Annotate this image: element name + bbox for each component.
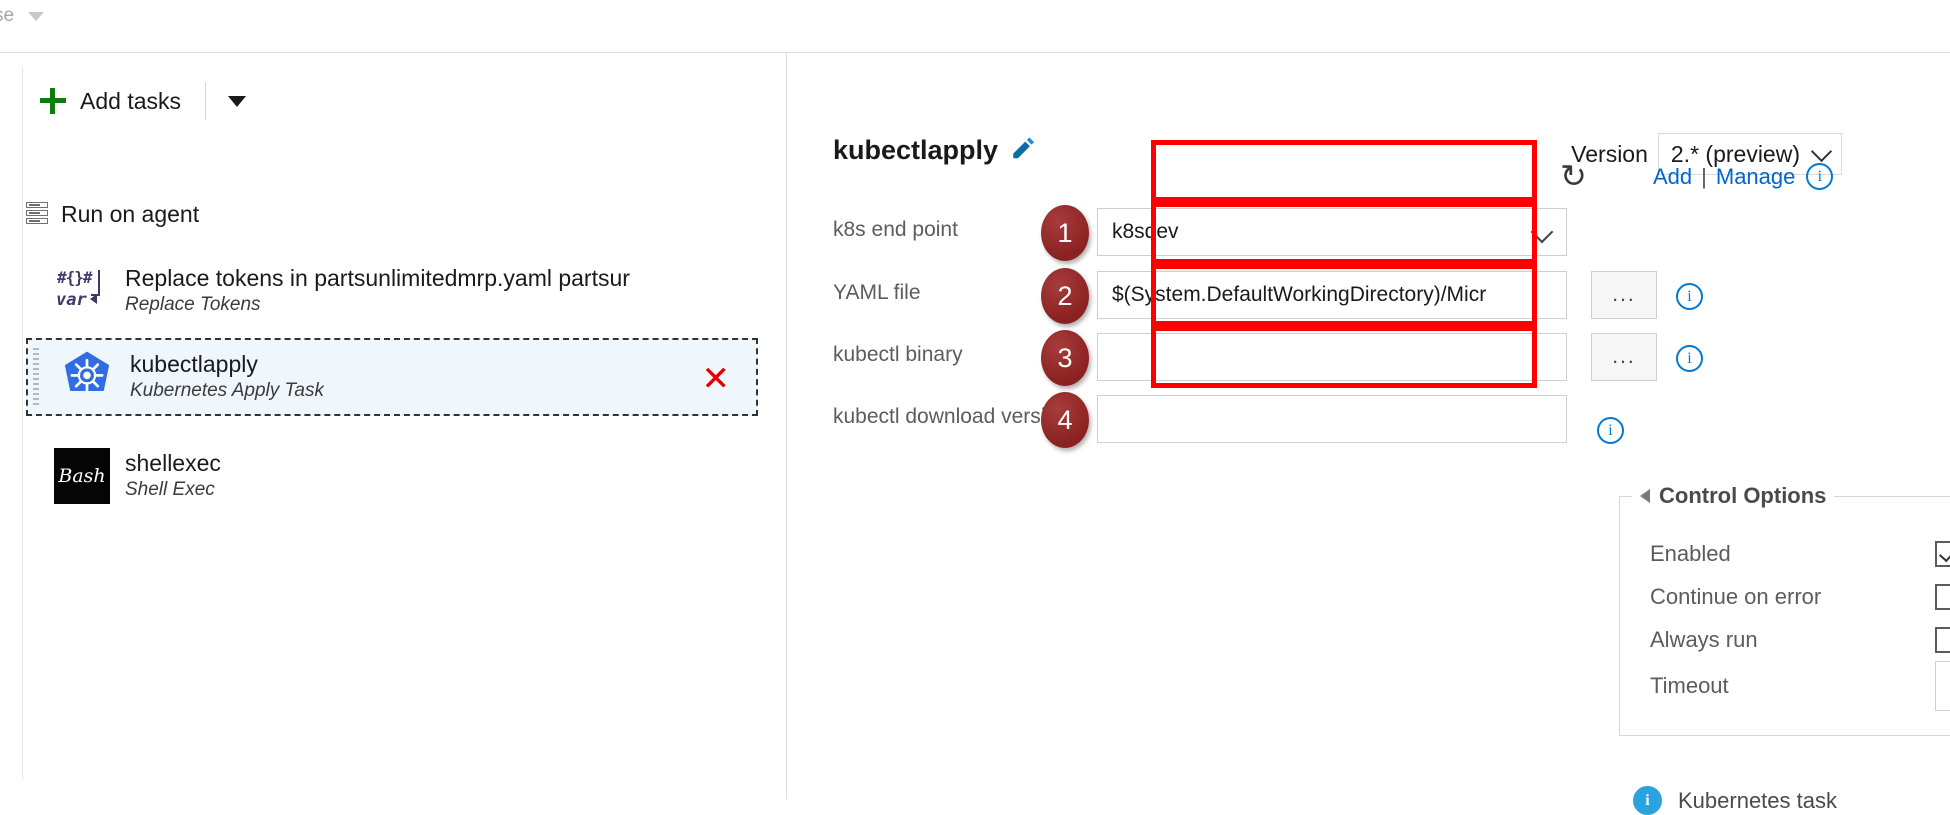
pencil-icon[interactable] [1010,135,1036,161]
timeout-input[interactable]: 0 [1935,661,1950,711]
yaml-file-input[interactable]: $(System.DefaultWorkingDirectory)/Micr [1097,271,1567,319]
callout-badge-1: 1 [1041,205,1089,261]
control-option-enabled: Enabled [1650,533,1950,575]
drag-handle-icon[interactable] [33,348,39,408]
option-label: Enabled [1650,541,1731,566]
field-label: YAML file [833,281,921,304]
task-title: kubectlapply [130,351,258,377]
yaml-file-value: $(System.DefaultWorkingDirectory)/Micr [1112,283,1487,306]
info-filled-icon: i [1633,786,1662,815]
control-option-timeout: Timeout 0 i [1650,656,1950,716]
task-subtitle: Shell Exec [125,479,215,500]
add-tasks-toolbar: Add tasks [40,78,246,124]
toolbar-divider [205,82,206,120]
option-label: Timeout [1650,673,1729,698]
task-title: shellexec [125,450,221,476]
task-name-header: kubectlapply [833,135,1036,166]
kubernetes-icon [64,351,110,392]
link-separator: | [1701,163,1707,189]
k8s-endpoint-value: k8sdev [1112,220,1179,243]
breadcrumb-partial-crumb[interactable]: se [0,5,14,27]
always-run-checkbox[interactable] [1935,627,1950,653]
chevron-down-icon [1530,220,1554,244]
plus-icon[interactable] [40,88,66,114]
option-label: Always run [1650,627,1758,652]
enabled-checkbox[interactable] [1935,541,1950,567]
chevron-down-icon[interactable] [228,95,246,107]
task-icon: #{}# var [49,266,115,316]
control-options-section: Enabled Continue on error Always run Tim… [1619,496,1950,736]
task-title: Replace tokens in partsunlimitedmrp.yaml… [125,265,630,291]
field-row-kubectl-download-version: kubectl download version i 4 [833,392,1913,448]
yaml-file-browse-button[interactable]: ... [1591,271,1657,319]
control-options-title: Control Options [1659,483,1827,508]
breadcrumb-bar: se [0,0,1950,53]
phase-label: Run on agent [61,201,200,227]
info-icon[interactable]: i [1676,345,1703,372]
task-subtitle: Replace Tokens [125,294,261,315]
bash-icon: Bash [54,448,110,504]
kubectl-download-version-input[interactable] [1097,395,1567,443]
field-row-yaml-file: YAML file $(System.DefaultWorkingDirecto… [833,268,1913,324]
kubectl-binary-input[interactable] [1097,333,1567,381]
field-row-k8s-endpoint: k8s end point k8sdev 1 [833,205,1913,261]
delete-task-button[interactable]: ✕ [702,362,731,396]
chevron-down-icon [1810,140,1833,162]
field-row-kubectl-binary: kubectl binary ... i 3 [833,330,1913,386]
callout-badge-2: 2 [1041,268,1089,324]
help-link-label: Kubernetes task [1678,787,1837,813]
field-label: k8s end point [833,218,958,241]
field-label: kubectl binary [833,343,963,366]
server-icon [26,201,48,228]
list-item-selected[interactable]: kubectlapply Kubernetes Apply Task ✕ [26,338,758,416]
option-label: Continue on error [1650,584,1822,609]
endpoint-actions: Add | Manage i [1653,163,1834,190]
task-help-link[interactable]: i Kubernetes task [1633,786,1837,815]
add-endpoint-link[interactable]: Add [1653,164,1692,190]
kubectl-binary-browse-button[interactable]: ... [1591,333,1657,381]
control-option-always-run: Always run [1650,619,1950,661]
task-list-pane: Add tasks Run on agent #{}# var Replace … [0,53,787,799]
k8s-endpoint-dropdown[interactable]: k8sdev [1097,208,1567,256]
task-icon [54,350,120,404]
field-label: kubectl download version [833,405,1069,428]
info-icon[interactable]: i [1597,417,1624,444]
continue-on-error-checkbox[interactable] [1935,584,1950,610]
collapse-triangle-icon[interactable] [1640,489,1650,503]
phase-run-on-agent[interactable]: Run on agent [26,201,199,228]
chevron-down-icon[interactable] [28,12,44,21]
info-icon[interactable]: i [1676,283,1703,310]
info-icon[interactable]: i [1806,163,1834,190]
callout-badge-3: 3 [1041,330,1089,386]
replace-tokens-icon: #{}# var [56,266,108,316]
control-option-continue-on-error: Continue on error [1650,576,1950,618]
control-options-legend[interactable]: Control Options [1632,483,1835,509]
phase-rail [22,67,23,779]
list-item[interactable]: #{}# var Replace tokens in partsunlimite… [23,253,760,329]
callout-badge-4: 4 [1041,392,1089,448]
add-tasks-button[interactable]: Add tasks [80,88,181,115]
page-title: kubectlapply [833,135,999,165]
refresh-icon[interactable]: ↻ [1560,160,1587,192]
manage-endpoints-link[interactable]: Manage [1716,164,1796,190]
list-item[interactable]: Bash shellexec Shell Exec [23,438,760,514]
task-subtitle: Kubernetes Apply Task [130,380,324,401]
task-icon: Bash [49,448,115,504]
